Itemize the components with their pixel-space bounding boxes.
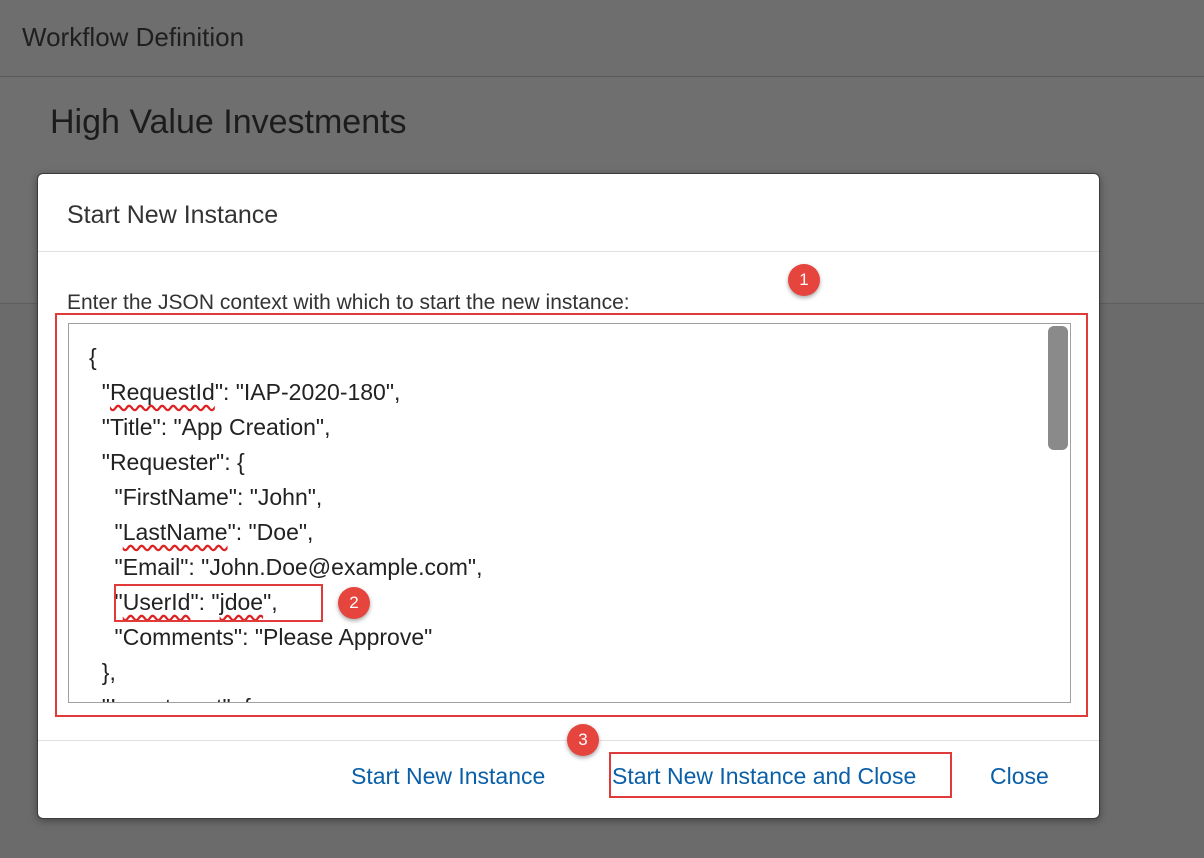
shell-bar: Workflow Definition bbox=[0, 0, 1204, 77]
start-instance-dialog: Start New Instance Enter the JSON contex… bbox=[37, 173, 1100, 819]
json-line: }, bbox=[89, 659, 116, 685]
json-line: "Email": "John.Doe@example.com", bbox=[89, 554, 483, 580]
json-line-user-id: "UserId": "jdoe", bbox=[89, 589, 278, 615]
start-new-instance-button[interactable]: Start New Instance bbox=[351, 763, 545, 790]
json-line-last-name: "LastName": "Doe", bbox=[89, 519, 314, 545]
annotation-badge-2: 2 bbox=[338, 587, 370, 619]
dialog-header: Start New Instance bbox=[38, 174, 1099, 252]
json-line: { bbox=[89, 344, 97, 370]
json-line: "Investment": { bbox=[89, 694, 251, 702]
start-new-instance-and-close-button[interactable]: Start New Instance and Close bbox=[612, 763, 916, 790]
scrollbar-thumb[interactable] bbox=[1048, 326, 1068, 450]
app-title: Workflow Definition bbox=[22, 22, 245, 52]
annotation-badge-1: 1 bbox=[788, 264, 820, 296]
json-line: "FirstName": "John", bbox=[89, 484, 323, 510]
close-button[interactable]: Close bbox=[990, 763, 1049, 790]
annotation-badge-3: 3 bbox=[567, 724, 599, 756]
json-line: "Requester": { bbox=[89, 449, 245, 475]
dialog-footer: Start New Instance Start New Instance an… bbox=[38, 740, 1099, 820]
json-line: "Comments": "Please Approve" bbox=[89, 624, 433, 650]
page-title: High Value Investments bbox=[50, 103, 407, 141]
json-context-label: Enter the JSON context with which to sta… bbox=[67, 291, 630, 314]
json-line-request-id: "RequestId": "IAP-2020-180", bbox=[89, 379, 401, 405]
dialog-title: Start New Instance bbox=[67, 201, 279, 229]
json-context-textarea[interactable]: { "RequestId": "IAP-2020-180", "Title": … bbox=[68, 323, 1071, 703]
json-line: "Title": "App Creation", bbox=[89, 414, 331, 440]
